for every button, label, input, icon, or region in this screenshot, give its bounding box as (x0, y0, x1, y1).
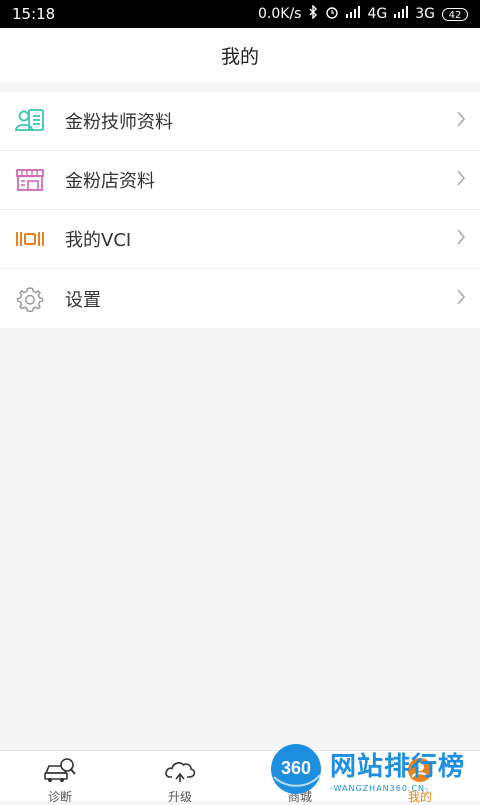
chevron-right-icon (456, 288, 466, 309)
tab-store[interactable]: 商城 (240, 751, 360, 804)
signal-icon-2 (394, 6, 409, 22)
tab-mine[interactable]: 我的 (360, 751, 480, 804)
battery-indicator: 42 (442, 7, 468, 21)
page-header: 我的 (0, 28, 480, 82)
alarm-icon (325, 5, 339, 23)
tab-upgrade[interactable]: 升级 (120, 751, 240, 804)
status-bar: 15:18 0.0K/s 4G 3G 42 (0, 0, 480, 28)
chevron-right-icon (456, 111, 466, 131)
menu-item-settings[interactable]: 设置 (0, 269, 480, 328)
network-type-2: 3G (415, 6, 435, 22)
tab-label: 升级 (167, 790, 192, 804)
menu-item-my-vci[interactable]: 我的VCI (0, 210, 480, 269)
status-time: 15:18 (12, 5, 56, 23)
menu-item-shop-profile[interactable]: 金粉店资料 (0, 151, 480, 210)
vci-device-icon (15, 224, 45, 254)
technician-profile-icon (15, 106, 45, 136)
menu-item-label: 我的VCI (65, 230, 132, 251)
menu-item-label: 金粉店资料 (65, 171, 155, 192)
gear-icon (15, 284, 45, 314)
user-icon (405, 757, 435, 787)
shop-icon (15, 165, 45, 195)
page-title: 我的 (220, 45, 259, 68)
status-icons: 0.0K/s 4G 3G 42 (258, 4, 468, 23)
network-type-1: 4G (367, 6, 388, 22)
tab-label: 我的 (407, 790, 432, 804)
store-icon (285, 757, 315, 787)
tab-label: 商城 (287, 790, 312, 804)
bluetooth-icon (308, 4, 318, 23)
tab-diagnose[interactable]: 诊断 (0, 751, 120, 804)
menu-item-technician-profile[interactable]: 金粉技师资料 (0, 92, 480, 151)
tab-label: 诊断 (47, 790, 72, 804)
network-speed: 0.0K/s (258, 6, 302, 22)
chevron-right-icon (456, 229, 466, 249)
bottom-tab-bar: 诊断 升级 商城 我的 (0, 750, 480, 804)
chevron-right-icon (456, 170, 466, 190)
signal-icon (346, 6, 361, 22)
car-diagnose-icon (43, 757, 77, 787)
menu-item-label: 设置 (65, 289, 101, 311)
menu-item-label: 金粉技师资料 (65, 112, 173, 133)
cloud-upgrade-icon (163, 757, 197, 787)
menu-list: 金粉技师资料 金粉店资料 我的VCI 设置 (0, 92, 480, 328)
